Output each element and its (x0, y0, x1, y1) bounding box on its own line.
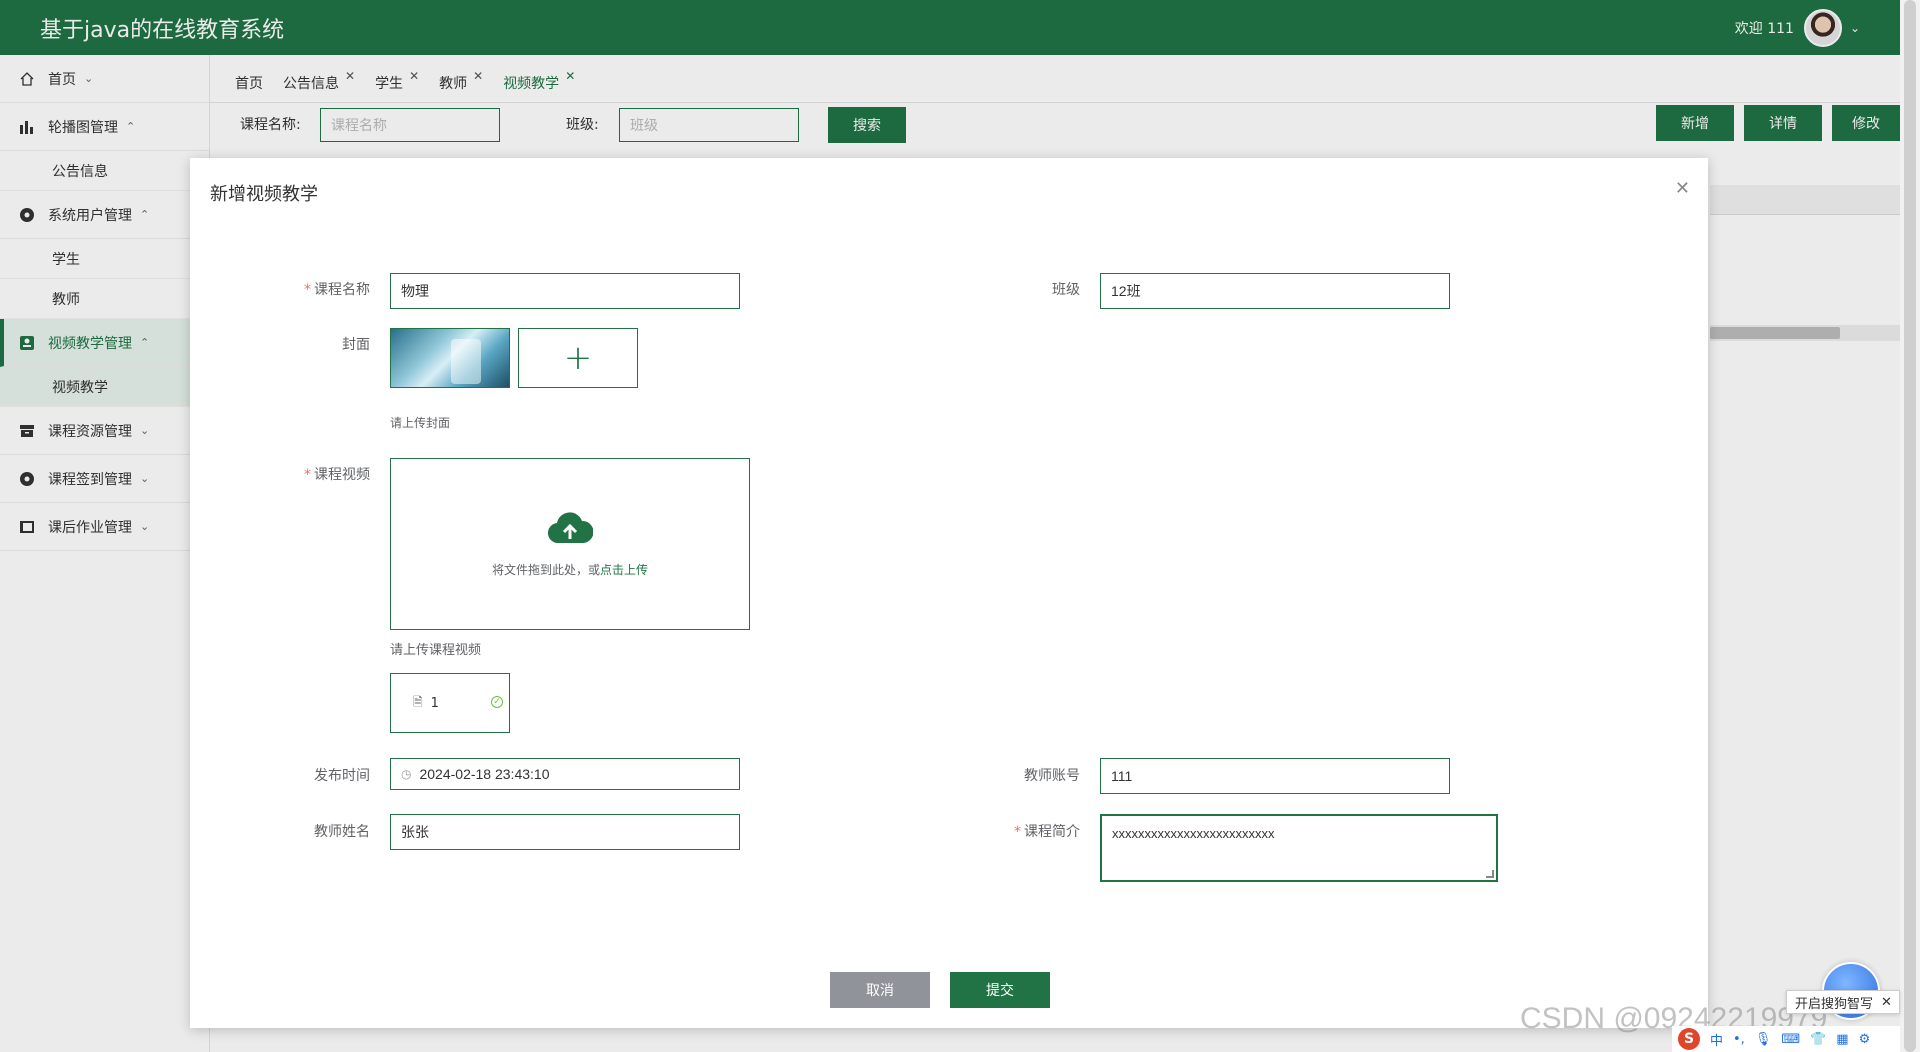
cloud-upload-icon (547, 511, 594, 545)
course-name-label: * 课程名称 (250, 279, 370, 299)
ime-toolbar[interactable]: S 中 •, 🎙 ⌨ 👕 ▦ ⚙ (1672, 1026, 1900, 1052)
cover-image-detail (451, 339, 481, 384)
scrollbar-thumb[interactable] (1904, 0, 1916, 1052)
microphone-icon[interactable]: 🎙 (1755, 1032, 1772, 1047)
add-video-dialog: 新增视频教学 ✕ * 课程名称 物理 班级 12班 封面 + 请上传封面 * 课程视… (190, 158, 1708, 1028)
teacher-account-input[interactable]: 111 (1100, 758, 1450, 794)
cover-label: 封面 (342, 337, 370, 353)
publish-time-label: 发布时间 (314, 768, 370, 784)
page-scrollbar[interactable] (1900, 0, 1920, 1052)
sogou-logo-icon[interactable]: S (1678, 1028, 1700, 1050)
teacher-name-input[interactable]: 张张 (390, 814, 740, 850)
click-upload-link[interactable]: 点击上传 (600, 563, 648, 577)
video-upload-dropzone[interactable]: 将文件拖到此处，或点击上传 (390, 458, 750, 630)
teacher-name-label: 教师姓名 (314, 824, 370, 840)
publish-time-picker[interactable]: ◷ 2024-02-18 23:43:10 (390, 758, 740, 790)
cover-add-button[interactable]: + (518, 328, 638, 388)
label-text: 课程视频 (314, 467, 370, 483)
close-icon[interactable]: ✕ (1881, 995, 1892, 1010)
video-hint: 请上传课程视频 (390, 643, 482, 658)
upload-text: 将文件拖到此处，或 (491, 562, 600, 577)
settings-icon[interactable]: ⚙ (1859, 1032, 1871, 1047)
ime-popup[interactable]: 开启搜狗智写 ✕ (1786, 990, 1900, 1014)
ime-punctuation-icon[interactable]: •, (1733, 1032, 1745, 1047)
class-label: 班级 (1052, 282, 1080, 298)
cover-image-thumbnail[interactable] (390, 328, 510, 388)
course-intro-textarea[interactable]: xxxxxxxxxxxxxxxxxxxxxxxxx (1100, 814, 1498, 882)
uploaded-file-name: 1 (430, 695, 439, 711)
label-text: 课程名称 (314, 282, 370, 298)
cancel-button[interactable]: 取消 (830, 972, 930, 1008)
uploaded-file-card[interactable]: 🗎 1 ✓ (390, 673, 510, 733)
skin-icon[interactable]: 👕 (1810, 1032, 1826, 1047)
course-name-input[interactable]: 物理 (390, 273, 740, 309)
teacher-account-label: 教师账号 (1024, 768, 1080, 784)
resize-handle[interactable] (1486, 870, 1494, 878)
label-text: 课程简介 (1024, 824, 1080, 840)
submit-button[interactable]: 提交 (950, 972, 1050, 1008)
class-input[interactable]: 12班 (1100, 273, 1450, 309)
course-intro-value: xxxxxxxxxxxxxxxxxxxxxxxxx (1112, 826, 1275, 841)
success-check-icon: ✓ (491, 696, 503, 708)
course-intro-label: * 课程简介 (970, 821, 1080, 841)
toolbox-icon[interactable]: ▦ (1836, 1032, 1848, 1047)
close-icon[interactable]: ✕ (1675, 178, 1690, 199)
document-icon: 🗎 (413, 694, 423, 709)
upload-instruction: 将文件拖到此处，或点击上传 (492, 561, 648, 578)
required-mark: * (304, 282, 311, 298)
keyboard-icon[interactable]: ⌨ (1781, 1032, 1800, 1047)
ime-popup-text: 开启搜狗智写 (1795, 996, 1874, 1012)
required-mark: * (304, 467, 311, 483)
cover-hint: 请上传封面 (390, 416, 451, 430)
course-video-label: * 课程视频 (250, 464, 370, 484)
required-mark: * (1014, 824, 1021, 840)
ime-chinese-mode[interactable]: 中 (1710, 1030, 1723, 1049)
dialog-title: 新增视频教学 (210, 184, 318, 205)
publish-time-value: 2024-02-18 23:43:10 (419, 766, 550, 782)
clock-icon: ◷ (401, 767, 412, 781)
